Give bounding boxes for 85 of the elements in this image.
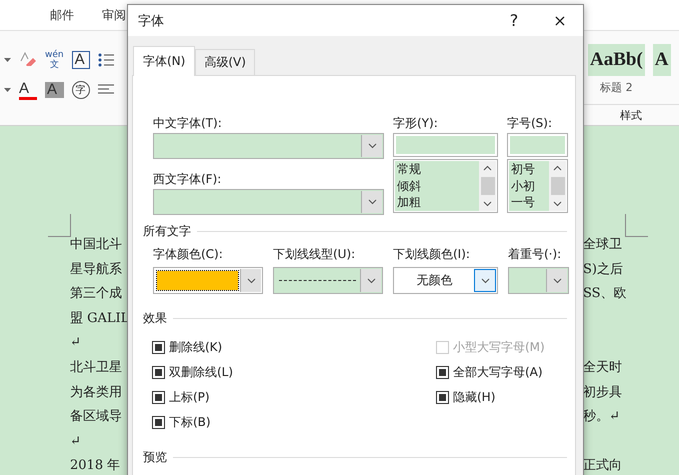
checkbox-label[interactable]: 全部大写字母(A) [453,364,543,381]
phonetic-guide-button[interactable]: wén 文 [45,50,64,70]
field-label: 西文字体(F): [153,171,222,188]
section-title: 预览 [143,449,167,466]
document-text: 星导航系 [70,260,123,279]
list-item[interactable]: 倾斜 [397,178,479,194]
checkbox[interactable] [436,366,449,379]
scrollbar[interactable] [479,161,496,211]
font-color-dropdown[interactable] [153,267,263,294]
page-corner-mark [48,214,71,237]
align-left-icon[interactable] [98,84,114,96]
document-text: 全球卫 [583,236,623,254]
field-label: 字体颜色(C): [153,246,224,263]
document-text: S)之后 [583,260,624,279]
document-text: ↵ [70,334,82,352]
scroll-up-icon[interactable] [483,165,492,171]
checkbox[interactable] [152,341,165,354]
field-label: 下划线颜色(I): [393,246,471,263]
document-text: 备区域导 [70,408,123,426]
ribbon-tab[interactable]: 邮件 [50,6,74,24]
chevron-down-icon [246,278,256,284]
checkbox-label[interactable]: 双删除线(L) [169,364,234,381]
style-name: 标题 2 [600,80,633,95]
scroll-down-icon[interactable] [553,201,562,207]
document-text: 中国北斗 [70,236,123,254]
checkbox[interactable] [152,366,165,379]
checkbox-label[interactable]: 下标(B) [169,414,211,431]
character-shading-button[interactable]: A [45,82,64,98]
tab[interactable]: 高级(V) [195,49,255,75]
document-text: 北斗卫星 [70,358,123,377]
field-label: 着重号(·): [508,246,562,263]
chevron-down-icon [368,199,376,205]
document-text: 正式向 [583,457,623,475]
dropdown-arrow-icon[interactable] [4,88,11,92]
document-text: 第三个成 [70,285,123,304]
chevron-down-icon [480,278,490,284]
eraser-icon[interactable] [19,51,37,69]
document-text: 全天时 [583,358,623,377]
field-label: 中文字体(T): [153,115,223,132]
dropdown-arrow-icon[interactable] [4,58,11,62]
page-corner-mark [625,214,648,237]
help-button[interactable]: ? [491,5,537,36]
document-text: SS、欧 [583,285,628,304]
style-preview[interactable]: A [652,44,671,76]
font-color-button[interactable]: A [19,80,37,100]
checkbox[interactable] [436,391,449,404]
scroll-up-icon[interactable] [553,165,562,171]
window-title: 字体 [138,12,165,30]
style-preview[interactable]: AaBb( [588,44,645,76]
checkbox[interactable] [152,391,165,404]
document-text: ↵ [70,432,82,451]
section-title: 所有文字 [143,223,191,240]
ribbon-tab[interactable]: 审阅 [102,6,126,24]
list-item[interactable]: 初号 [511,161,549,178]
chevron-down-icon [368,143,376,149]
character-border-button[interactable]: A [72,51,90,69]
tab[interactable]: 字体(N) [133,46,196,76]
scrollbar[interactable] [549,161,566,211]
list-item[interactable]: 一号 [511,194,549,210]
font-size-field[interactable] [507,133,568,157]
list-item[interactable]: 小初 [511,178,549,194]
bullet-list-icon[interactable] [98,53,114,67]
font-style-field[interactable] [393,133,498,157]
field-label: 字形(Y): [393,115,439,132]
list-item[interactable]: 加粗 [397,194,479,210]
checkbox[interactable] [152,416,165,429]
scroll-down-icon[interactable] [483,201,492,207]
document-text: 初步具 [583,384,623,402]
document-text: 2018 年 [70,457,122,475]
checkbox-label[interactable]: 上标(P) [169,389,210,406]
enclose-character-button[interactable]: 字 [72,81,90,99]
section-title: 效果 [143,310,167,327]
document-text: 秒。↵ [583,408,621,426]
document-text: 盟 GALIL [70,310,130,328]
chevron-down-icon [366,278,376,284]
group-label: 样式 [620,108,642,122]
field-label: 下划线线型(U): [273,246,356,263]
field-label: 字号(S): [507,115,554,132]
chevron-down-icon [552,278,562,284]
list-item[interactable]: 常规 [397,161,479,178]
document-text: 为各类用 [70,384,123,402]
checkbox-label[interactable]: 隐藏(H) [453,389,496,406]
underline-color-dropdown[interactable]: 无颜色 [393,267,498,294]
close-button[interactable]: × [537,5,583,36]
checkbox-label[interactable]: 删除线(K) [169,339,222,356]
